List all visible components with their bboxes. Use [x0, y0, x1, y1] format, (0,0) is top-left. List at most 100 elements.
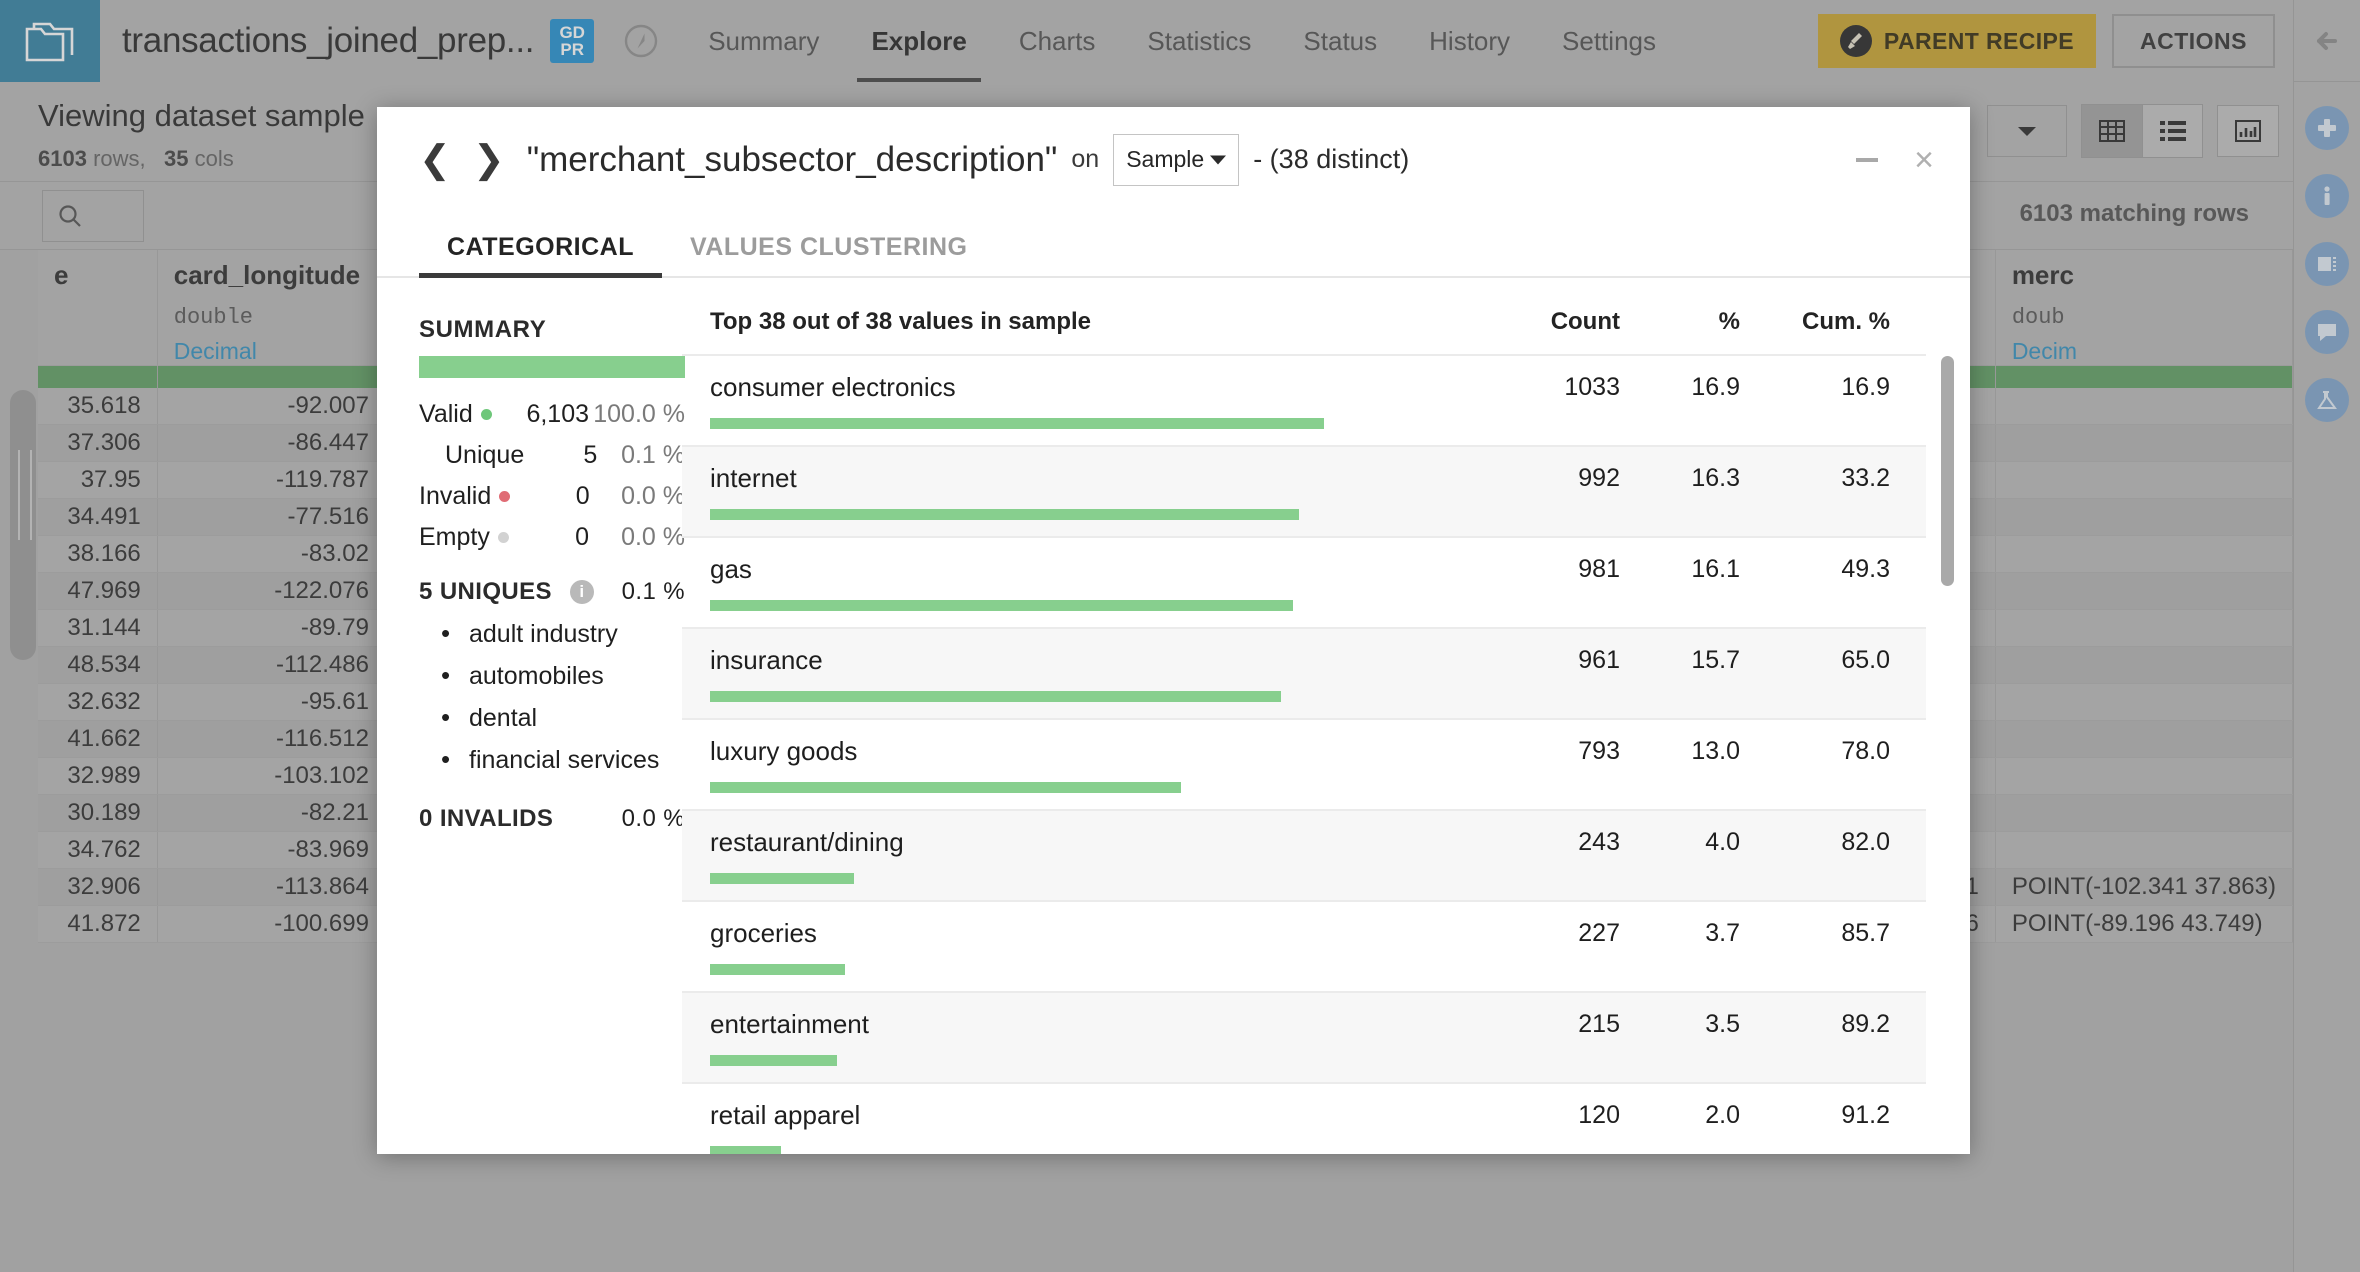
- back-arrow-icon[interactable]: [2294, 0, 2360, 82]
- column-header-percent: %: [1718, 308, 1740, 335]
- summary-percent: 0.0 %: [621, 482, 685, 510]
- actions-button[interactable]: ACTIONS: [2112, 14, 2275, 68]
- value-row[interactable]: consumer electronics 1033 16.9 16.9: [682, 356, 1926, 447]
- col-meaning: Decimal: [173, 338, 257, 364]
- list-view-icon[interactable]: [2142, 105, 2202, 157]
- search-input[interactable]: [42, 190, 144, 242]
- value-row[interactable]: entertainment 215 3.5 89.2: [682, 993, 1926, 1084]
- summary-percent: 100.0 %: [593, 400, 685, 428]
- summary-row-unique: Unique 5 0.1 %: [419, 441, 685, 470]
- chevron-down-icon[interactable]: [1987, 105, 2067, 157]
- list-item: adult industry: [441, 618, 682, 649]
- header-controls: [1987, 104, 2279, 158]
- close-icon[interactable]: ×: [1914, 143, 1934, 177]
- value-cumulative: 82.0: [1841, 827, 1890, 856]
- sample-select-value: Sample: [1126, 146, 1205, 172]
- value-row[interactable]: gas 981 16.1 49.3: [682, 538, 1926, 629]
- value-bar: [710, 782, 1181, 793]
- summary-row-empty: Empty 0 0.0 %: [419, 523, 685, 552]
- invalids-percent: 0.0 %: [621, 805, 685, 832]
- value-label: luxury goods: [710, 735, 858, 766]
- list-item: dental: [441, 702, 682, 733]
- value-row[interactable]: luxury goods 793 13.0 78.0: [682, 720, 1926, 811]
- tab-explore[interactable]: Explore: [845, 0, 992, 82]
- value-count: 793: [1578, 736, 1620, 765]
- value-label: entertainment: [710, 1008, 869, 1039]
- tab-history[interactable]: History: [1403, 0, 1536, 82]
- gdpr-line2: PR: [560, 40, 584, 59]
- tab-charts[interactable]: Charts: [993, 0, 1122, 82]
- summary-label: Empty: [419, 523, 490, 551]
- summary-heading: SUMMARY: [419, 316, 547, 343]
- summary-panel: SUMMARY Valid 6,103 100.0 % Unique 5 0.1…: [377, 278, 685, 1154]
- summary-label: Unique: [445, 441, 525, 469]
- value-label: insurance: [710, 644, 823, 675]
- gdpr-badge[interactable]: GD PR: [550, 19, 595, 63]
- column-analysis-modal: ❮ ❯ "merchant_subsector_description" on …: [377, 107, 1970, 1154]
- summary-label: Invalid: [419, 482, 492, 510]
- vertical-scrollbar[interactable]: [10, 390, 36, 660]
- invalid-status-dot: [499, 491, 511, 502]
- tab-settings[interactable]: Settings: [1536, 0, 1682, 82]
- value-bar: [710, 600, 1293, 611]
- info-icon[interactable]: i: [569, 580, 594, 604]
- value-label: restaurant/dining: [710, 826, 904, 857]
- broom-icon: [1839, 25, 1872, 57]
- value-count: 1033: [1564, 372, 1620, 401]
- invalids-heading: 0 INVALIDS: [419, 805, 554, 832]
- value-label: retail apparel: [710, 1099, 861, 1130]
- sample-select[interactable]: Sample: [1113, 133, 1240, 186]
- summary-value: 0: [575, 482, 590, 510]
- grid-col-card-longitude[interactable]: card_longitude double Decimal: [157, 250, 386, 366]
- gdpr-line1: GD: [559, 23, 585, 42]
- values-list[interactable]: consumer electronics 1033 16.9 16.9 inte…: [682, 356, 1926, 1154]
- value-row[interactable]: insurance 961 15.7 65.0: [682, 629, 1926, 720]
- tab-categorical[interactable]: CATEGORICAL: [419, 233, 662, 278]
- parent-recipe-label: PARENT RECIPE: [1883, 27, 2074, 54]
- row-col-counts: 6103 rows, 35 cols: [38, 146, 234, 172]
- details-list-icon[interactable]: [2305, 242, 2349, 286]
- valid-status-dot: [480, 409, 492, 420]
- dataset-title: transactions_joined_prep...: [122, 21, 535, 60]
- grid-col-partial-left[interactable]: e: [38, 250, 158, 366]
- summary-percent: 0.0 %: [621, 523, 685, 551]
- chevron-right-icon[interactable]: ❯: [473, 141, 505, 179]
- value-percent: 3.7: [1705, 918, 1740, 947]
- summary-quality-bar: [419, 356, 685, 378]
- modal-header: ❮ ❯ "merchant_subsector_description" on …: [377, 107, 1970, 212]
- value-bar: [710, 509, 1299, 520]
- bar-chart-icon[interactable]: [2217, 105, 2279, 157]
- grid-col-merc[interactable]: merc doub Decim: [1995, 250, 2293, 366]
- tab-summary[interactable]: Summary: [682, 0, 845, 82]
- uniques-percent: 0.1 %: [621, 578, 685, 605]
- comment-icon[interactable]: [2305, 310, 2349, 354]
- value-bar: [710, 873, 854, 884]
- summary-value: 0: [575, 523, 589, 551]
- value-row[interactable]: restaurant/dining 243 4.0 82.0: [682, 811, 1926, 902]
- minimize-icon[interactable]: [1856, 157, 1879, 162]
- compass-icon[interactable]: [620, 20, 662, 62]
- chevron-left-icon[interactable]: ❮: [419, 141, 451, 179]
- info-icon[interactable]: [2305, 174, 2349, 218]
- plus-icon[interactable]: [2305, 106, 2349, 150]
- tab-status[interactable]: Status: [1277, 0, 1403, 82]
- uniques-list: adult industry automobiles dental financ…: [441, 618, 682, 775]
- value-percent: 2.0: [1705, 1100, 1740, 1129]
- tab-values-clustering[interactable]: VALUES CLUSTERING: [662, 233, 996, 276]
- invalids-heading-row: 0 INVALIDS 0.0 %: [419, 805, 685, 833]
- tab-statistics[interactable]: Statistics: [1121, 0, 1277, 82]
- grid-view-icon[interactable]: [2082, 105, 2142, 157]
- summary-row-valid: Valid 6,103 100.0 %: [419, 400, 685, 429]
- folder-icon[interactable]: [0, 0, 100, 82]
- value-row[interactable]: internet 992 16.3 33.2: [682, 447, 1926, 538]
- value-bar: [710, 691, 1282, 702]
- value-percent: 16.9: [1691, 372, 1740, 401]
- value-row[interactable]: groceries 227 3.7 85.7: [682, 902, 1926, 993]
- col-type: double: [173, 305, 253, 330]
- values-scrollbar[interactable]: [1941, 356, 1954, 586]
- main-tabs: Summary Explore Charts Statistics Status…: [682, 0, 1682, 82]
- parent-recipe-button[interactable]: PARENT RECIPE: [1817, 14, 2096, 68]
- lab-flask-icon[interactable]: [2305, 378, 2349, 422]
- empty-status-dot: [497, 532, 509, 543]
- value-row[interactable]: retail apparel 120 2.0 91.2: [682, 1084, 1926, 1154]
